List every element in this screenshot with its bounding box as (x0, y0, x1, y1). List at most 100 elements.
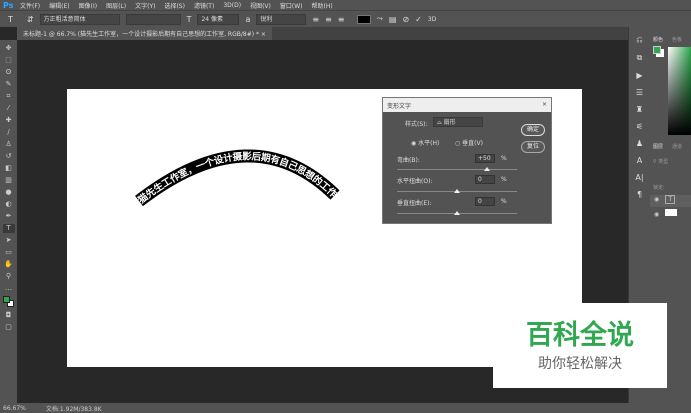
menu-image[interactable]: 图像(I) (79, 1, 97, 10)
font-size-icon: T (186, 14, 192, 24)
horizontal-label: 水平(H) (418, 140, 440, 147)
crop-tool-icon[interactable]: ⌗ (7, 92, 11, 101)
font-size-select[interactable]: 24 像素 (197, 13, 240, 25)
hdist-slider-thumb[interactable] (454, 189, 460, 193)
dialog-titlebar: 变形文字 × (383, 98, 551, 112)
properties-panel-icon[interactable]: ⧉ (637, 53, 643, 63)
marquee-tool-icon[interactable]: ⬚ (5, 56, 12, 65)
color-picker-field[interactable] (668, 47, 691, 135)
menu-view[interactable]: 视图(V) (250, 1, 271, 10)
visibility-eye-icon[interactable]: ◉ (654, 196, 659, 203)
color-tab[interactable]: 颜色 (653, 36, 663, 43)
visibility-eye-icon[interactable]: ◉ (654, 211, 659, 218)
reset-button[interactable]: 复位 (521, 141, 545, 153)
gradient-tool-icon[interactable]: ▥ (5, 176, 12, 185)
healing-brush-icon[interactable]: ✚ (6, 116, 12, 125)
bend-input[interactable]: +50 (475, 154, 495, 163)
lasso-tool-icon[interactable]: ʘ (6, 68, 12, 77)
bend-slider[interactable] (397, 169, 517, 170)
path-select-icon[interactable]: ➤ (6, 236, 12, 245)
ps-logo: Ps (3, 0, 14, 10)
status-bar: 66.67% 文档:1.92M/383.8K (0, 403, 691, 413)
panels-icon[interactable]: ▤ (389, 15, 397, 24)
zoom-tool-icon[interactable]: ⚲ (6, 272, 11, 281)
ok-button[interactable]: 确定 (521, 124, 545, 136)
history-brush-icon[interactable]: ↺ (6, 152, 12, 161)
shape-tool-icon[interactable]: ▭ (5, 248, 12, 257)
vdist-slider-thumb[interactable] (454, 211, 460, 215)
tab-close-icon[interactable]: × (261, 31, 266, 38)
menu-layer[interactable]: 图层(L) (106, 1, 126, 10)
layer-row-background[interactable]: ◉ (650, 209, 691, 221)
font-family-select[interactable]: 方正粗活意简体 (39, 13, 120, 25)
vdist-input[interactable]: 0 (475, 197, 495, 206)
menu-window[interactable]: 窗口(W) (280, 1, 303, 10)
channels-tab[interactable]: 通道 (672, 143, 682, 150)
character-panel-icon[interactable]: A (637, 156, 642, 165)
type-tool-icon[interactable]: T (2, 224, 15, 233)
dialog-title: 变形文字 (387, 103, 412, 110)
antialias-select[interactable]: 锐利 (256, 13, 307, 25)
history-panel-icon[interactable]: ⎌ (636, 35, 642, 45)
background-layer-thumbnail (665, 209, 678, 216)
type-tool-icon[interactable]: T (8, 15, 13, 24)
eyedropper-icon[interactable]: ⁄ (8, 104, 9, 113)
paragraph-styles-icon[interactable]: A| (635, 173, 643, 182)
align-center-icon[interactable]: ≡ (325, 15, 332, 24)
quick-select-icon[interactable]: ✎ (6, 80, 12, 89)
layers-tab[interactable]: 图层 (653, 143, 663, 150)
warp-text-icon[interactable]: ⤳ (377, 14, 383, 24)
brush-tool-icon[interactable]: ∕ (7, 128, 9, 137)
orientation-toggle-icon[interactable]: ⇵ (27, 15, 34, 24)
screen-mode-icon[interactable]: ▢ (5, 323, 12, 332)
menu-help[interactable]: 帮助(H) (312, 1, 333, 10)
3d-button[interactable]: 3D (428, 16, 436, 23)
hand-tool-icon[interactable]: ✋ (4, 260, 13, 269)
menu-type[interactable]: 文字(Y) (135, 1, 155, 10)
menu-select[interactable]: 选择(S) (164, 1, 185, 10)
tools-panel: ✥ ⬚ ʘ ✎ ⌗ ⁄ ✚ ∕ ♙ ↺ ◧ ▥ ● ◐ ✒ T ➤ ▭ ✋ ⚲ … (0, 40, 17, 403)
menu-3d[interactable]: 3D(D) (223, 2, 241, 9)
tool-presets-icon[interactable]: ⚟ (636, 122, 643, 131)
paragraph-panel-icon[interactable]: ¶ (637, 190, 642, 199)
hdist-percent: % (501, 176, 507, 183)
eraser-tool-icon[interactable]: ◧ (5, 164, 12, 173)
adjustments-panel-icon[interactable]: ☰ (636, 88, 643, 97)
style-icon: ⌓ (437, 119, 444, 126)
quick-mask-icon[interactable]: ◘ (6, 311, 12, 320)
clone-source-icon[interactable]: ♟ (636, 139, 643, 148)
cancel-icon[interactable]: ⊘ (402, 15, 409, 24)
foreground-color-swatch[interactable] (2, 296, 15, 308)
dialog-close-icon[interactable]: × (542, 101, 547, 109)
blur-tool-icon[interactable]: ● (5, 188, 11, 197)
dodge-tool-icon[interactable]: ◐ (5, 200, 11, 209)
layer-row-text[interactable]: ◉ T (650, 195, 691, 207)
menu-file[interactable]: 文件(F) (20, 1, 40, 10)
align-right-icon[interactable]: ≡ (338, 15, 345, 24)
hdist-label: 水平扭曲(O): (397, 178, 433, 185)
text-layer-thumbnail: T (665, 195, 676, 204)
stamp-tool-icon[interactable]: ♙ (5, 140, 11, 149)
foreground-color-swatch[interactable] (653, 46, 661, 54)
more-tools-icon[interactable]: … (5, 284, 12, 293)
document-tab[interactable]: 未标题-1 @ 66.7% (猫先生工作室，一个设计摄影后期有自己思想的工作室,… (17, 27, 272, 40)
menu-filter[interactable]: 滤镜(T) (194, 1, 214, 10)
layer-filter-kind[interactable]: ⚲ 类型 (653, 158, 668, 165)
swatches-tab[interactable]: 色板 (672, 36, 682, 43)
hdist-input[interactable]: 0 (475, 175, 495, 184)
style-select[interactable]: ⌓ 扇形 (433, 117, 483, 127)
document-tabs: 未标题-1 @ 66.7% (猫先生工作室，一个设计摄影后期有自己思想的工作室,… (17, 27, 628, 40)
actions-panel-icon[interactable]: ▶ (636, 71, 642, 80)
align-left-icon[interactable]: ≡ (312, 15, 319, 24)
brush-panel-icon[interactable]: ♜ (636, 105, 643, 114)
menu-edit[interactable]: 编辑(E) (49, 1, 69, 10)
horizontal-radio[interactable]: ◉ 水平(H) (411, 138, 439, 147)
vertical-radio[interactable]: ○ 垂直(V) (455, 138, 483, 147)
commit-icon[interactable]: ✓ (415, 15, 422, 24)
font-style-select[interactable] (125, 13, 181, 25)
text-color-swatch[interactable] (356, 14, 371, 24)
pen-tool-icon[interactable]: ✒ (6, 212, 12, 221)
zoom-level[interactable]: 66.67% (3, 405, 26, 412)
move-tool-icon[interactable]: ✥ (6, 44, 12, 53)
bend-slider-thumb[interactable] (484, 167, 490, 171)
